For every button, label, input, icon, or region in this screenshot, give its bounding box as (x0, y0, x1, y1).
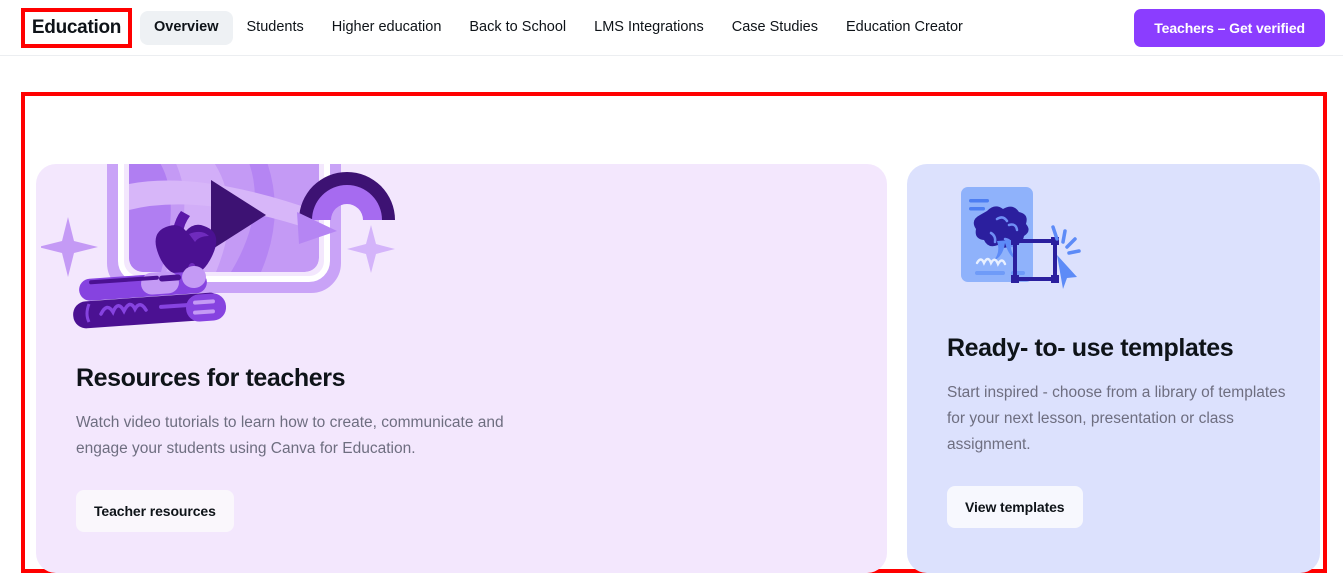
tab-case-studies[interactable]: Case Studies (718, 11, 832, 44)
tab-back-to-school-label: Back to School (469, 19, 567, 36)
template-poster-frame-icon (961, 187, 1081, 289)
tab-students-label: Students (246, 19, 304, 36)
card-right-title: Ready- to- use templates (947, 334, 1234, 362)
tab-back-to-school[interactable]: Back to School (455, 11, 580, 44)
video-player-apple-books-icon (41, 164, 395, 329)
get-verified-button[interactable]: Teachers – Get verified (1134, 9, 1325, 47)
tab-overview[interactable]: Overview (140, 11, 233, 45)
card-left-body: Resources for teachers Watch video tutor… (76, 363, 857, 533)
card-right-description: Start inspired - choose from a library o… (947, 384, 1286, 454)
view-templates-button[interactable]: View templates (947, 486, 1083, 529)
teacher-resources-button[interactable]: Teacher resources (76, 490, 234, 533)
page-title[interactable]: Education (32, 17, 121, 39)
content-region-highlight-box: Resources for teachers Watch video tutor… (21, 92, 1327, 573)
tab-higher-education[interactable]: Higher education (318, 11, 456, 44)
tab-education-creator-label: Education Creator (846, 19, 963, 36)
tab-lms-integrations[interactable]: LMS Integrations (580, 11, 718, 44)
nav-tab-list: Overview Students Higher education Back … (140, 0, 977, 56)
top-navigation-bar: Education Overview Students Higher educa… (0, 0, 1343, 56)
tab-students[interactable]: Students (233, 11, 318, 44)
card-left-description: Watch video tutorials to learn how to cr… (76, 414, 504, 458)
tab-overview-label: Overview (154, 19, 219, 36)
tab-case-studies-label: Case Studies (731, 19, 818, 36)
tab-lms-integrations-label: LMS Integrations (594, 19, 704, 36)
card-grid: Resources for teachers Watch video tutor… (25, 96, 1323, 573)
card-left-title: Resources for teachers (76, 364, 346, 392)
card-resources-for-teachers[interactable]: Resources for teachers Watch video tutor… (36, 164, 887, 573)
card-right-body: Ready- to- use templates Start inspired … (947, 333, 1290, 529)
brand-highlight-box: Education (21, 8, 132, 48)
tab-education-creator[interactable]: Education Creator (832, 11, 977, 44)
card-ready-to-use-templates[interactable]: Ready- to- use templates Start inspired … (907, 164, 1320, 573)
tab-higher-education-label: Higher education (331, 19, 442, 36)
